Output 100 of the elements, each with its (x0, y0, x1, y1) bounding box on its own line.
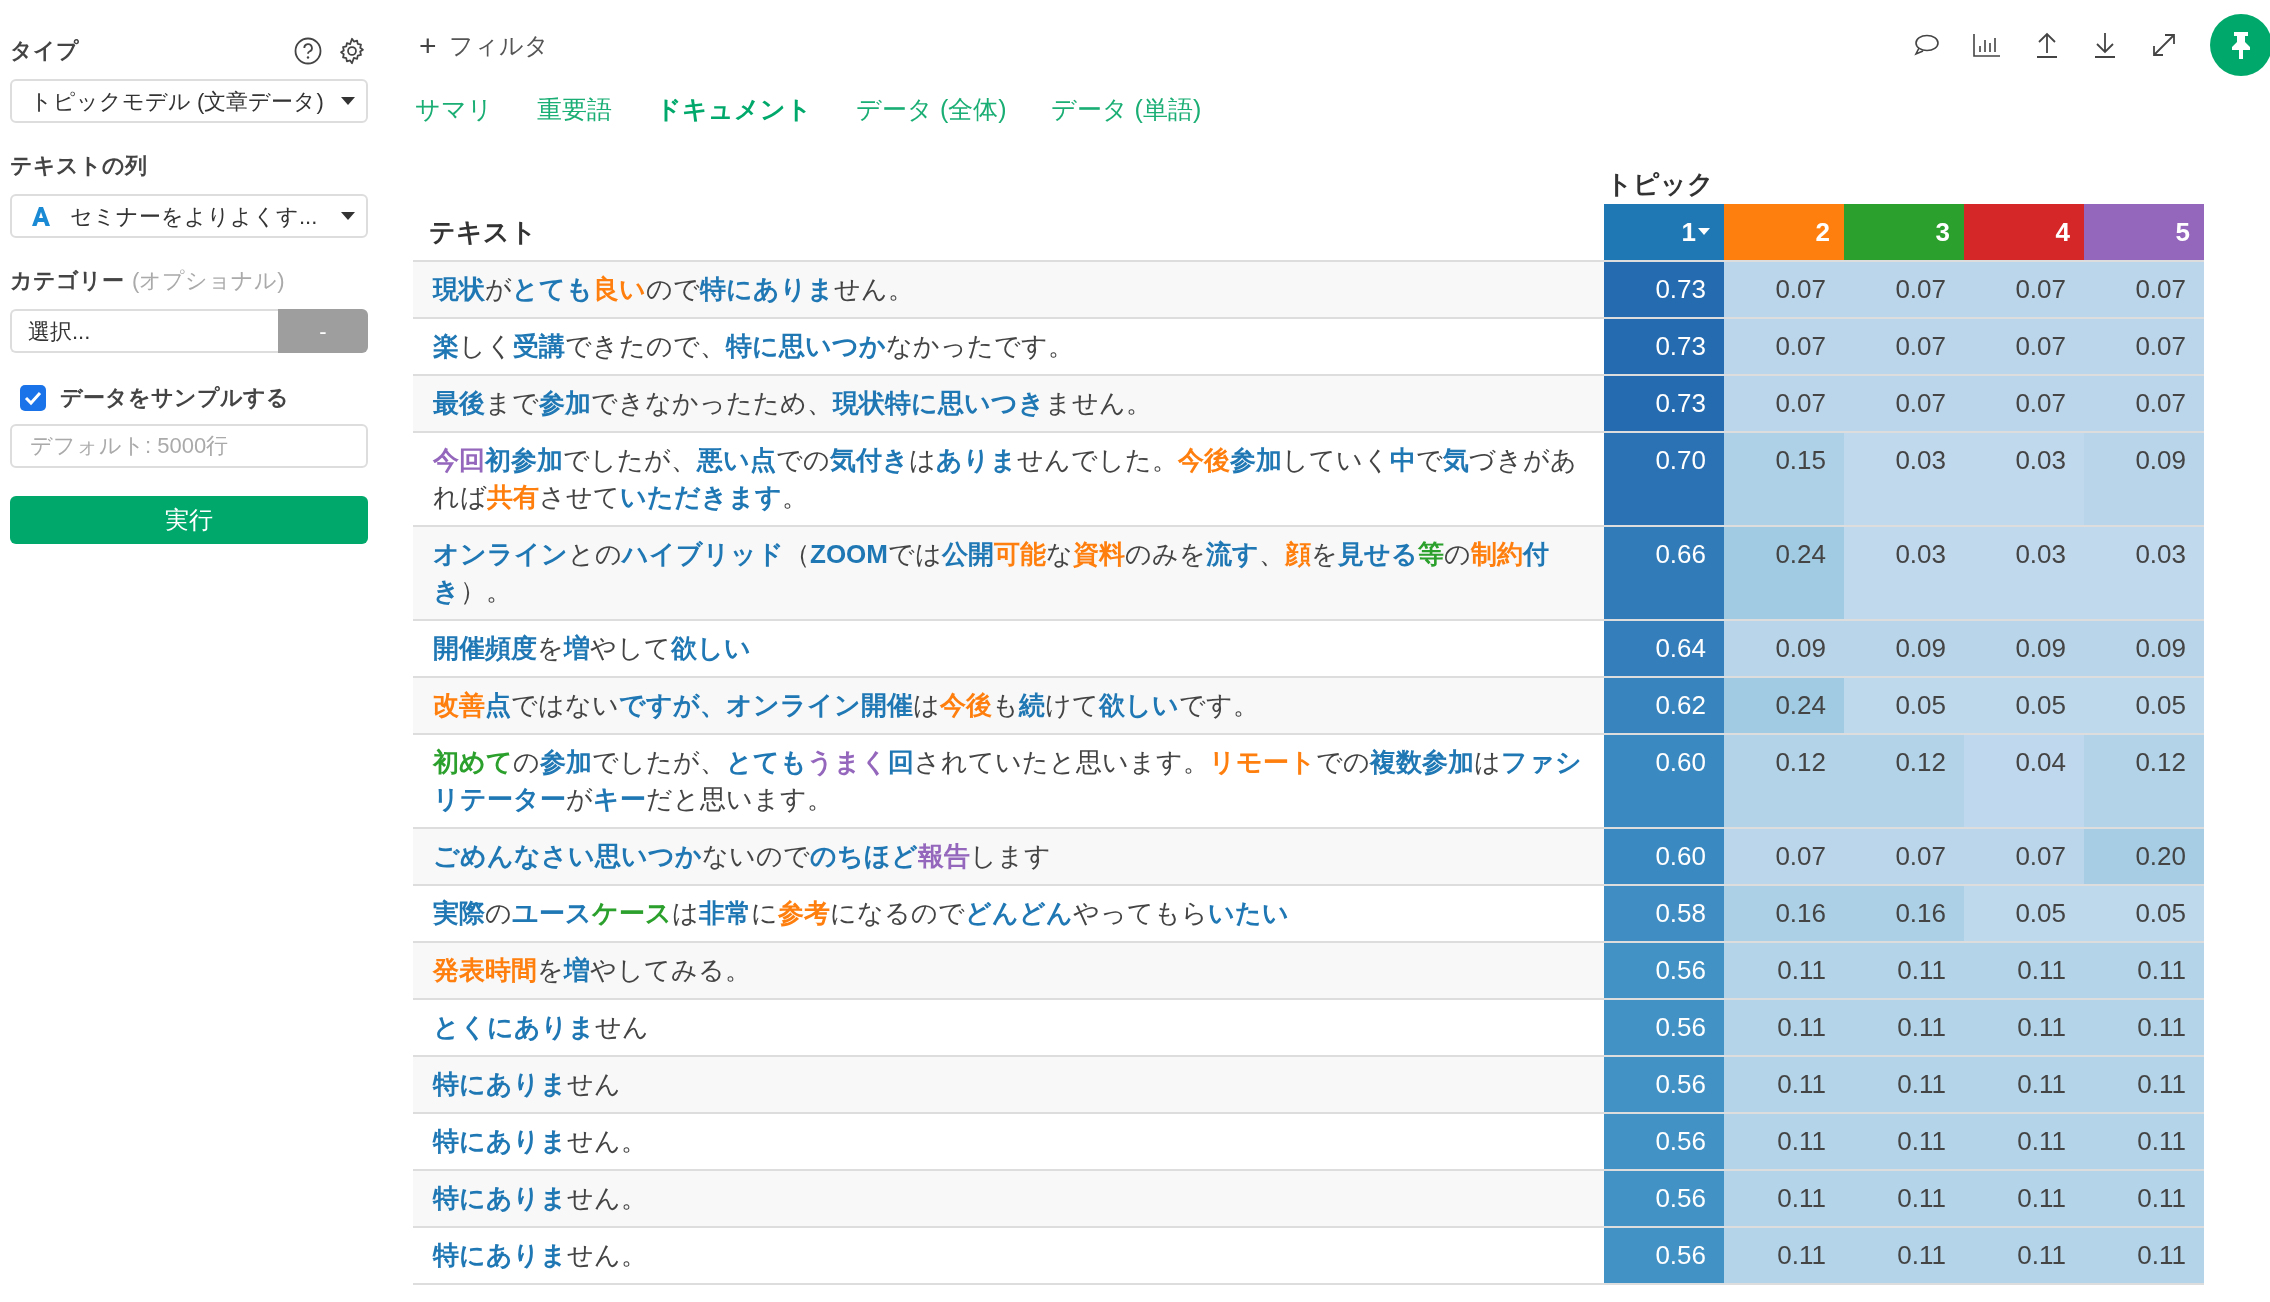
score-cell: 0.11 (1844, 1171, 1964, 1226)
score-cell: 0.09 (2084, 621, 2204, 676)
score-cell: 0.03 (2084, 527, 2204, 619)
text-cell-text: 最後まで参加できなかったため、現状特に思いつき ません。 (432, 387, 1153, 420)
topic-header[interactable]: 4 (1964, 204, 2084, 260)
caret-icon (340, 96, 356, 106)
text-cell-text: 特にありま せん。 (431, 1125, 648, 1158)
tab[interactable]: ドキュメント (656, 91, 812, 129)
topic-header[interactable]: 2 (1724, 204, 1844, 260)
tab[interactable]: 重要語 (537, 91, 612, 129)
score-cell: 0.62 (1604, 678, 1724, 733)
score-cell: 0.07 (1724, 319, 1844, 374)
score-cell: 0.11 (1844, 1057, 1964, 1112)
bar-chart-icon[interactable] (1972, 32, 2002, 58)
score-cell: 0.66 (1604, 527, 1724, 619)
text-cell-text: 発表時間を増やしてみる。 (431, 954, 752, 987)
type-dropdown[interactable]: トピックモデル (文章データ) (10, 79, 368, 123)
score-cell: 0.56 (1604, 1057, 1724, 1112)
score-cell: 0.11 (1724, 1057, 1844, 1112)
pin-icon (2229, 30, 2253, 60)
comment-icon[interactable] (1912, 32, 1940, 58)
score-cell: 0.24 (1724, 527, 1844, 619)
sample-size-input[interactable]: デフォルト: 5000行 (10, 424, 368, 468)
score-cell: 0.56 (1604, 1000, 1724, 1055)
score-cell: 0.07 (1964, 262, 2084, 317)
score-cell: 0.56 (1604, 1114, 1724, 1169)
score-cell: 0.07 (1724, 262, 1844, 317)
score-cell: 0.11 (2084, 1114, 2204, 1169)
score-cell: 0.05 (1844, 678, 1964, 733)
score-cell: 0.11 (1964, 943, 2084, 998)
score-cell: 0.11 (1964, 1171, 2084, 1226)
checkbox[interactable] (20, 384, 46, 411)
pin-button[interactable] (2210, 14, 2270, 76)
download-icon[interactable] (2092, 31, 2118, 59)
score-cell: 0.11 (2084, 1171, 2204, 1226)
run-button[interactable]: 実行 (10, 496, 368, 544)
score-cell: 0.05 (2084, 886, 2204, 941)
score-cell: 0.60 (1604, 829, 1724, 884)
score-cell: 0.11 (1964, 1057, 2084, 1112)
score-cell: 0.11 (2084, 1000, 2204, 1055)
expand-icon[interactable] (2150, 31, 2178, 59)
topic-header[interactable]: 5 (2084, 204, 2204, 260)
score-cell: 0.73 (1604, 262, 1724, 317)
score-cell: 0.07 (2084, 376, 2204, 431)
score-cell: 0.05 (2084, 678, 2204, 733)
text-cell-text: 特にありま せん。 (431, 1182, 648, 1215)
score-cell: 0.60 (1604, 735, 1724, 827)
tab[interactable]: サマリ (415, 91, 493, 129)
score-cell: 0.70 (1604, 433, 1724, 525)
text-cell-text: 特にありま せん (431, 1068, 622, 1101)
score-cell: 0.09 (2084, 433, 2204, 525)
score-cell: 0.11 (1724, 1171, 1844, 1226)
score-cell: 0.11 (1724, 1114, 1844, 1169)
score-cell: 0.11 (1844, 1000, 1964, 1055)
score-cell: 0.07 (2084, 319, 2204, 374)
topic-header[interactable]: 3 (1844, 204, 1964, 260)
score-cell: 0.73 (1604, 376, 1724, 431)
score-cell: 0.11 (2084, 1228, 2204, 1283)
score-cell: 0.07 (1844, 262, 1964, 317)
score-cell: 0.16 (1844, 886, 1964, 941)
score-cell: 0.24 (1724, 678, 1844, 733)
text-column-label: テキストの列 (10, 152, 148, 180)
text-column-dropdown[interactable]: セミナーをよりよくす... (10, 194, 368, 238)
score-cell: 0.07 (1964, 319, 2084, 374)
settings-icon[interactable] (338, 36, 366, 65)
tab[interactable]: データ (単語) (1050, 91, 1202, 129)
score-cell: 0.05 (1964, 886, 2084, 941)
text-cell-text: 開催頻度を増やして欲しい (432, 632, 752, 665)
score-cell: 0.03 (1964, 433, 2084, 525)
score-cell: 0.56 (1604, 1171, 1724, 1226)
score-cell: 0.07 (1844, 319, 1964, 374)
help-icon[interactable] (294, 36, 322, 65)
score-cell: 0.12 (1724, 735, 1844, 827)
score-cell: 0.11 (1844, 943, 1964, 998)
filter-button[interactable]: + フィルタ (413, 26, 549, 64)
score-cell: 0.11 (1844, 1114, 1964, 1169)
score-cell: 0.64 (1604, 621, 1724, 676)
category-select[interactable]: 選択... (10, 309, 278, 353)
text-cell-text: ごめんなさい思いつかないのでのちほど報告します (432, 840, 1052, 873)
score-cell: 0.09 (1724, 621, 1844, 676)
text-cell-text: 今回初参加でしたが、悪い点での気付き はありま せんでした。今後参加 していく 中で気づきがあれば共有させていただきます。 (432, 444, 1578, 514)
score-cell: 0.12 (2084, 735, 2204, 827)
text-cell-text: 楽 しく 受講できたので、特に思いつかなかったです。 (432, 330, 1075, 363)
score-cell: 0.04 (1964, 735, 2084, 827)
tab[interactable]: データ (全体) (856, 91, 1007, 129)
upload-icon[interactable] (2034, 31, 2060, 59)
caret-icon (340, 211, 356, 221)
score-cell: 0.11 (2084, 1057, 2204, 1112)
topic-group-header: トピック (1605, 168, 1715, 201)
topic-header[interactable]: 1 (1604, 204, 1724, 260)
text-cell-text: オンライン とのハイブリッド（ZOOMでは公開可能な資料のみを流す、顔を見せる等の制約付き）。 (432, 538, 1550, 608)
text-cell-text: 特にありま せん。 (431, 1239, 648, 1272)
score-cell: 0.05 (1964, 678, 2084, 733)
category-label: カテゴリー (10, 267, 124, 295)
score-cell: 0.11 (1724, 1000, 1844, 1055)
score-cell: 0.12 (1844, 735, 1964, 827)
score-cell: 0.11 (1724, 1228, 1844, 1283)
text-cell-text: 改善点ではないですが、オンライン開催は今後も続けて欲しいです。 (432, 689, 1260, 722)
score-cell: 0.16 (1724, 886, 1844, 941)
clear-button[interactable]: - (278, 309, 368, 353)
